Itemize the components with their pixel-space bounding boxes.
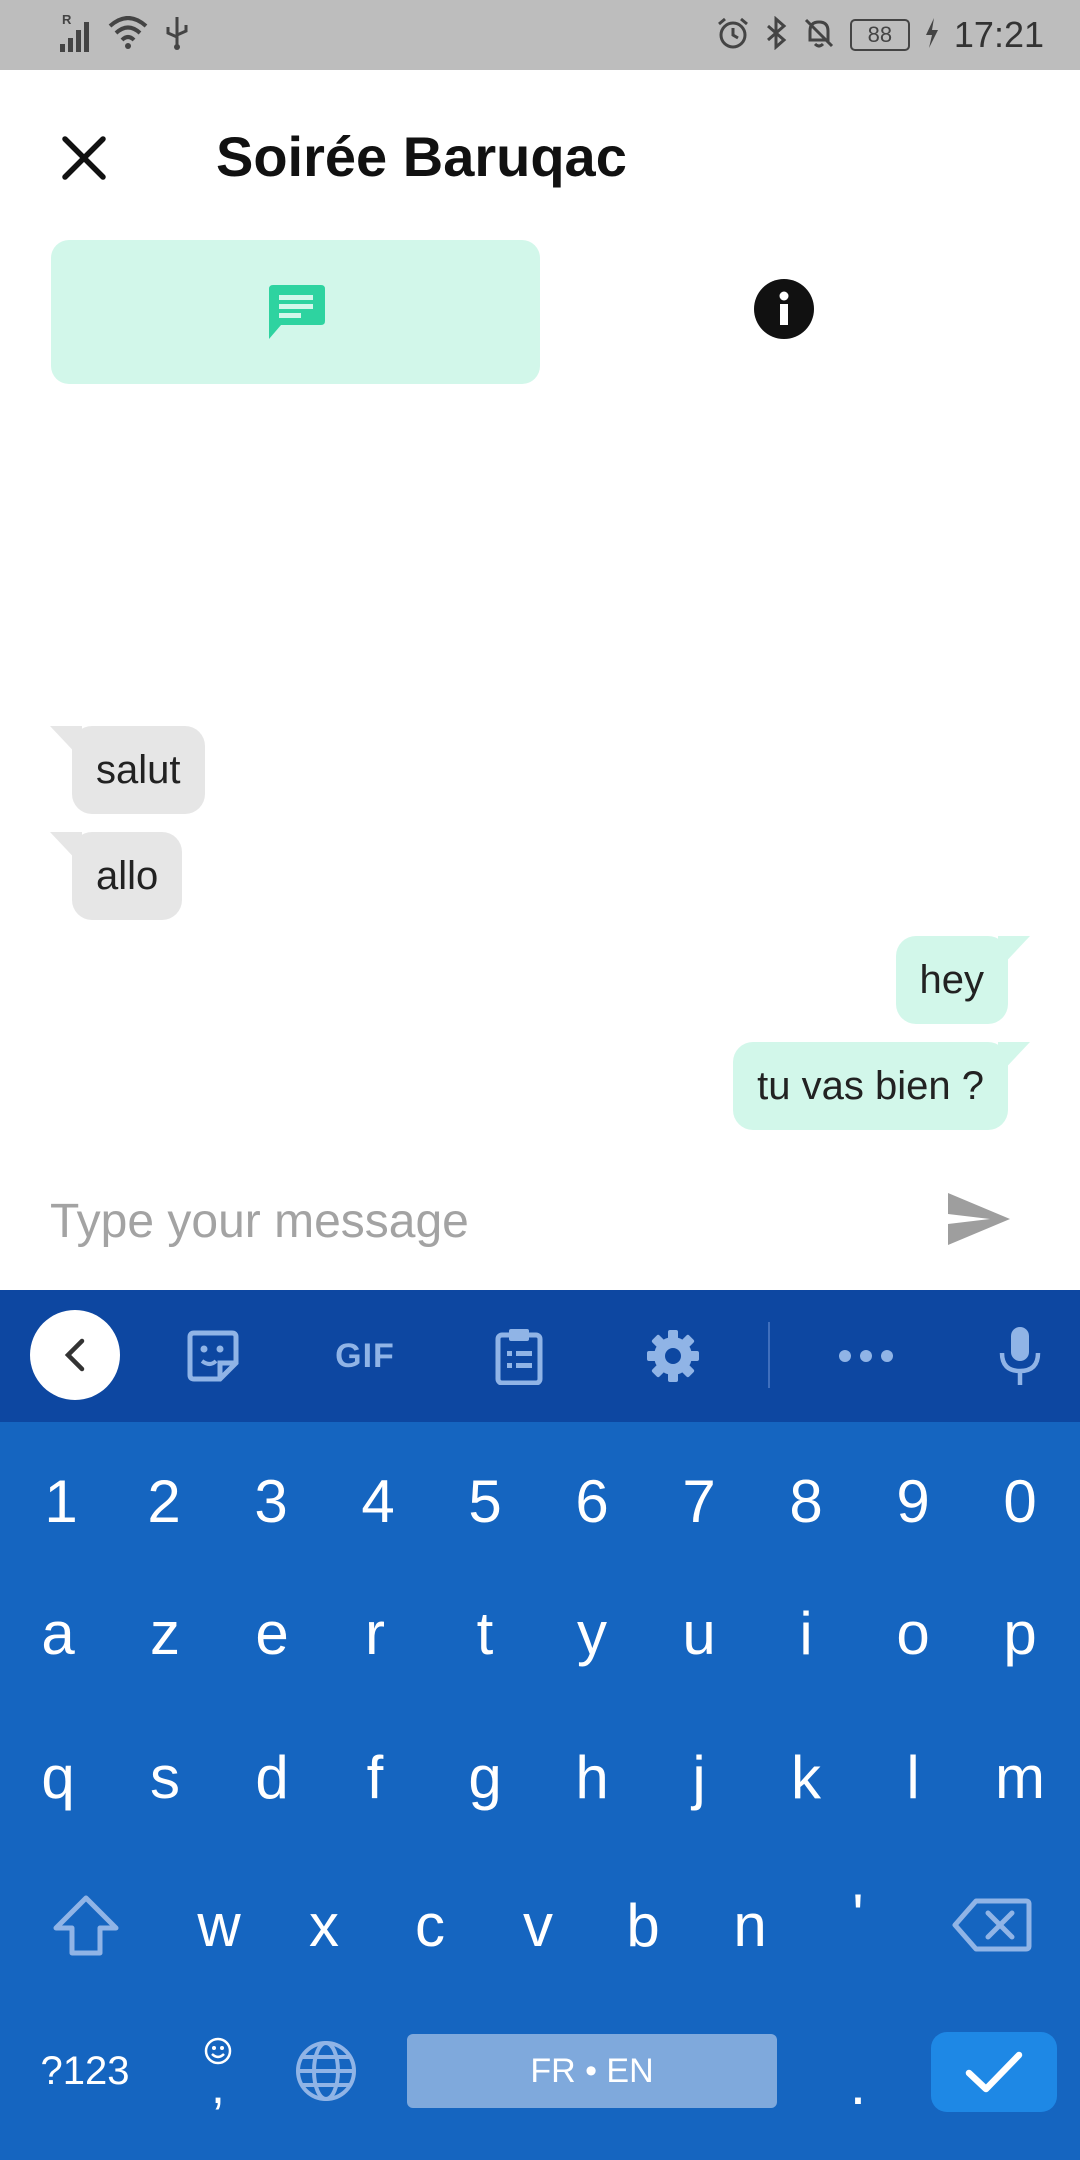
close-button[interactable]	[54, 128, 114, 188]
key-q[interactable]: q	[8, 1722, 108, 1832]
key-y[interactable]: y	[542, 1578, 642, 1688]
keyboard-back-button[interactable]	[30, 1310, 120, 1400]
network-label: R	[62, 12, 72, 27]
clipboard-icon	[495, 1329, 543, 1385]
clipboard-button[interactable]	[488, 1320, 550, 1392]
charging-icon	[924, 17, 940, 53]
usb-icon	[164, 15, 190, 56]
key-4[interactable]: 4	[328, 1446, 428, 1556]
language-key[interactable]	[276, 2016, 376, 2126]
key-3[interactable]: 3	[221, 1446, 321, 1556]
settings-icon	[647, 1330, 699, 1382]
comma-label: ,	[211, 2058, 225, 2114]
toolbar-divider	[768, 1322, 770, 1388]
key-p[interactable]: p	[970, 1578, 1070, 1688]
message-input[interactable]	[48, 1180, 892, 1262]
shift-icon	[53, 1895, 119, 1956]
comma-emoji-key[interactable]: ,	[168, 2016, 268, 2126]
back-arrow-icon	[64, 1338, 85, 1372]
key-r[interactable]: r	[325, 1578, 425, 1688]
key-0[interactable]: 0	[970, 1446, 1070, 1556]
bluetooth-icon	[764, 15, 788, 55]
microphone-button[interactable]	[994, 1320, 1046, 1392]
key-o[interactable]: o	[863, 1578, 963, 1688]
key-f[interactable]: f	[325, 1722, 425, 1832]
globe-icon	[296, 2041, 356, 2101]
key-l[interactable]: l	[863, 1722, 963, 1832]
key-i[interactable]: i	[756, 1578, 856, 1688]
microphone-icon	[999, 1327, 1041, 1385]
status-bar: R 88 17:21	[0, 0, 1080, 70]
alarm-icon	[716, 16, 750, 55]
tab-info[interactable]	[754, 279, 814, 339]
send-button[interactable]	[944, 1186, 1014, 1252]
key-h[interactable]: h	[542, 1722, 642, 1832]
key-apostrophe[interactable]: '	[808, 1860, 908, 1970]
key-1[interactable]: 1	[11, 1446, 111, 1556]
key-9[interactable]: 9	[863, 1446, 963, 1556]
notifications-off-icon	[802, 16, 836, 55]
key-w[interactable]: w	[169, 1870, 269, 1980]
message-outgoing: tu vas bien ?	[733, 1042, 1008, 1130]
sticker-icon	[187, 1330, 239, 1382]
key-u[interactable]: u	[649, 1578, 749, 1688]
key-b[interactable]: b	[593, 1870, 693, 1980]
message-incoming: salut	[72, 726, 205, 814]
key-n[interactable]: n	[700, 1870, 800, 1980]
message-outgoing: hey	[895, 936, 1008, 1024]
key-c[interactable]: c	[380, 1870, 480, 1980]
page-title: Soirée Baruqac	[216, 125, 627, 188]
backspace-key[interactable]	[940, 1870, 1044, 1980]
gif-button[interactable]: GIF	[318, 1320, 412, 1392]
shift-key[interactable]	[34, 1870, 138, 1980]
more-button[interactable]	[836, 1320, 896, 1392]
key-s[interactable]: s	[115, 1722, 215, 1832]
wifi-icon	[108, 15, 148, 55]
key-8[interactable]: 8	[756, 1446, 856, 1556]
settings-button[interactable]	[640, 1320, 706, 1392]
key-6[interactable]: 6	[542, 1446, 642, 1556]
key-d[interactable]: d	[222, 1722, 322, 1832]
key-7[interactable]: 7	[649, 1446, 749, 1556]
key-5[interactable]: 5	[435, 1446, 535, 1556]
key-j[interactable]: j	[649, 1722, 749, 1832]
battery-icon: 88	[849, 19, 910, 51]
tab-chat[interactable]	[51, 240, 540, 384]
send-icon	[948, 1193, 1010, 1245]
key-x[interactable]: x	[274, 1870, 374, 1980]
enter-key[interactable]	[931, 2032, 1057, 2112]
key-v[interactable]: v	[488, 1870, 588, 1980]
chat-bubble-icon	[268, 285, 325, 339]
key-m[interactable]: m	[970, 1722, 1070, 1832]
backspace-icon	[952, 1898, 1032, 1952]
gif-label: GIF	[335, 1336, 395, 1375]
key-t[interactable]: t	[435, 1578, 535, 1688]
key-a[interactable]: a	[8, 1578, 108, 1688]
key-k[interactable]: k	[756, 1722, 856, 1832]
check-icon	[965, 2051, 1023, 2093]
sticker-button[interactable]	[176, 1320, 250, 1392]
key-z[interactable]: z	[115, 1578, 215, 1688]
key-g[interactable]: g	[435, 1722, 535, 1832]
key-e[interactable]: e	[222, 1578, 322, 1688]
symbols-key[interactable]: ?123	[20, 2016, 150, 2126]
period-key[interactable]: .	[808, 2028, 908, 2138]
space-key[interactable]: FR • EN	[407, 2034, 777, 2108]
signal-icon: R	[58, 12, 92, 52]
status-time: 17:21	[953, 14, 1044, 55]
close-icon	[62, 136, 106, 180]
more-icon	[839, 1350, 893, 1362]
info-icon	[754, 279, 814, 339]
message-incoming: allo	[72, 832, 183, 920]
key-2[interactable]: 2	[114, 1446, 214, 1556]
